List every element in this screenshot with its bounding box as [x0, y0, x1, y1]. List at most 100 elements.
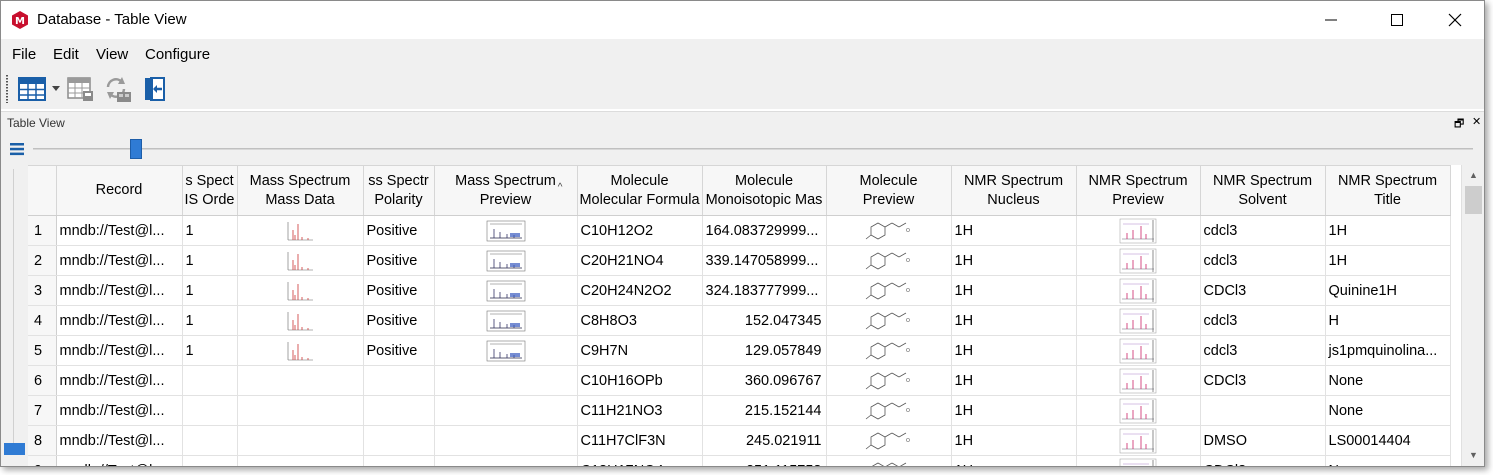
- table-row[interactable]: 8 mndb://Test@l... C11H7ClF3N 245.021911 O 1H…: [28, 425, 1451, 456]
- cell-solvent[interactable]: cdcl3: [1200, 215, 1326, 246]
- cell-mass-data[interactable]: [237, 455, 364, 466]
- table-row[interactable]: 2 mndb://Test@l... 1 Positive C20H21NO4 339.1…: [28, 245, 1451, 276]
- table-row[interactable]: 6 mndb://Test@l... C10H16OPb 360.096767 O 1H C…: [28, 365, 1451, 396]
- menu-view[interactable]: View: [96, 46, 128, 63]
- cell-nucleus[interactable]: 1H: [951, 245, 1077, 276]
- cell-nmr-preview[interactable]: [1076, 455, 1201, 466]
- cell-molecule-preview[interactable]: O: [826, 215, 952, 246]
- table-row[interactable]: 9mndb://Test@l... C13H17NO4251.115758 O 1H C…: [28, 455, 1451, 466]
- cell-mass[interactable]: 251.115758: [702, 455, 827, 466]
- cell-mass-data[interactable]: [237, 275, 364, 306]
- cell-nucleus[interactable]: 1H: [951, 275, 1077, 306]
- cell-ms-order[interactable]: 1: [182, 305, 238, 336]
- row-number[interactable]: 4: [28, 305, 57, 336]
- cell-formula[interactable]: C20H21NO4: [577, 245, 703, 276]
- column-header-ms-order[interactable]: s Spect IS Orde: [182, 165, 238, 216]
- cell-molecule-preview[interactable]: O: [826, 425, 952, 456]
- cell-nucleus[interactable]: 1H: [951, 455, 1077, 466]
- cell-molecule-preview[interactable]: O: [826, 455, 952, 466]
- cell-mass-data[interactable]: [237, 245, 364, 276]
- row-number[interactable]: 9: [28, 455, 57, 466]
- cell-title[interactable]: js1pmquinolina...: [1325, 335, 1451, 366]
- scrollbar-thumb[interactable]: [1465, 186, 1482, 214]
- table-row[interactable]: 3 mndb://Test@l... 1 Positive C20H24N2O2 324.…: [28, 275, 1451, 306]
- cell-nucleus[interactable]: 1H: [951, 365, 1077, 396]
- form-view-button[interactable]: [64, 75, 96, 103]
- cell-solvent[interactable]: cdcl3: [1200, 245, 1326, 276]
- cell-polarity[interactable]: [363, 365, 435, 396]
- cell-mass-preview[interactable]: [434, 425, 578, 456]
- row-number[interactable]: 6: [28, 365, 57, 396]
- cell-ms-order[interactable]: 1: [182, 245, 238, 276]
- cell-mass[interactable]: 360.096767: [702, 365, 827, 396]
- minimize-button[interactable]: [1317, 7, 1345, 33]
- cell-title[interactable]: None: [1325, 455, 1451, 466]
- cell-mass[interactable]: 129.057849: [702, 335, 827, 366]
- table-row[interactable]: 1 mndb://Test@l... 1 Positive C10H12O2 164.08…: [28, 215, 1451, 246]
- column-width-slider-track[interactable]: [33, 148, 1473, 150]
- cell-record[interactable]: mndb://Test@l...: [56, 425, 183, 456]
- cell-record[interactable]: mndb://Test@l...: [56, 305, 183, 336]
- cell-nmr-preview[interactable]: [1076, 245, 1201, 276]
- cell-mass-data[interactable]: [237, 335, 364, 366]
- cell-mass[interactable]: 324.183777999...: [702, 275, 827, 306]
- cell-ms-order[interactable]: [182, 425, 238, 456]
- column-header-nucleus[interactable]: NMR Spectrum Nucleus: [951, 165, 1077, 216]
- cell-formula[interactable]: C10H16OPb: [577, 365, 703, 396]
- cell-solvent[interactable]: DMSO: [1200, 425, 1326, 456]
- cell-nucleus[interactable]: 1H: [951, 395, 1077, 426]
- cell-mass[interactable]: 339.147058999...: [702, 245, 827, 276]
- cell-nmr-preview[interactable]: [1076, 215, 1201, 246]
- panel-restore-icon[interactable]: 🗗: [1454, 115, 1464, 134]
- cell-nmr-preview[interactable]: [1076, 305, 1201, 336]
- corner-header[interactable]: [28, 165, 57, 216]
- table-row[interactable]: 7 mndb://Test@l... C11H21NO3 215.152144 O 1H N…: [28, 395, 1451, 426]
- cell-solvent[interactable]: CDCl3: [1200, 455, 1326, 466]
- cell-polarity[interactable]: Positive: [363, 275, 435, 306]
- row-number[interactable]: 8: [28, 425, 57, 456]
- cell-polarity[interactable]: [363, 425, 435, 456]
- row-height-slider[interactable]: [1, 165, 28, 466]
- column-header-mass-data[interactable]: Mass Spectrum Mass Data: [237, 165, 364, 216]
- cell-nmr-preview[interactable]: [1076, 365, 1201, 396]
- cell-polarity[interactable]: [363, 455, 435, 466]
- cell-formula[interactable]: C13H17NO4: [577, 455, 703, 466]
- cell-mass[interactable]: 152.047345: [702, 305, 827, 336]
- cell-formula[interactable]: C11H7ClF3N: [577, 425, 703, 456]
- cell-mass-preview[interactable]: [434, 395, 578, 426]
- column-width-slider-thumb[interactable]: [130, 139, 142, 159]
- scroll-up-arrow-icon[interactable]: ▲: [1462, 165, 1484, 185]
- cell-formula[interactable]: C10H12O2: [577, 215, 703, 246]
- cell-title[interactable]: H: [1325, 305, 1451, 336]
- cell-mass-preview[interactable]: [434, 305, 578, 336]
- cell-record[interactable]: mndb://Test@l...: [56, 365, 183, 396]
- cell-ms-order[interactable]: 1: [182, 335, 238, 366]
- table-view-dropdown[interactable]: [50, 75, 62, 103]
- cell-nmr-preview[interactable]: [1076, 425, 1201, 456]
- cell-mass-preview[interactable]: [434, 335, 578, 366]
- cell-record[interactable]: mndb://Test@l...: [56, 245, 183, 276]
- cell-mass-data[interactable]: [237, 425, 364, 456]
- cell-solvent[interactable]: CDCl3: [1200, 365, 1326, 396]
- cell-title[interactable]: None: [1325, 365, 1451, 396]
- cell-title[interactable]: 1H: [1325, 245, 1451, 276]
- cell-record[interactable]: mndb://Test@l...: [56, 455, 183, 466]
- column-header-polarity[interactable]: ss Spectr Polarity: [363, 165, 435, 216]
- cell-mass[interactable]: 215.152144: [702, 395, 827, 426]
- cell-formula[interactable]: C11H21NO3: [577, 395, 703, 426]
- close-button[interactable]: [1441, 7, 1469, 33]
- cell-record[interactable]: mndb://Test@l...: [56, 395, 183, 426]
- cell-ms-order[interactable]: 1: [182, 215, 238, 246]
- column-header-mass[interactable]: Molecule Monoisotopic Mas: [702, 165, 827, 216]
- cell-molecule-preview[interactable]: O: [826, 395, 952, 426]
- row-number[interactable]: 7: [28, 395, 57, 426]
- column-header-record[interactable]: Record: [56, 165, 183, 216]
- cell-molecule-preview[interactable]: O: [826, 335, 952, 366]
- cell-mass-data[interactable]: [237, 305, 364, 336]
- column-header-formula[interactable]: Molecule Molecular Formula: [577, 165, 703, 216]
- cell-mass-preview[interactable]: [434, 275, 578, 306]
- cell-ms-order[interactable]: [182, 395, 238, 426]
- cell-solvent[interactable]: [1200, 395, 1326, 426]
- cell-ms-order[interactable]: [182, 455, 238, 466]
- cell-mass-data[interactable]: [237, 215, 364, 246]
